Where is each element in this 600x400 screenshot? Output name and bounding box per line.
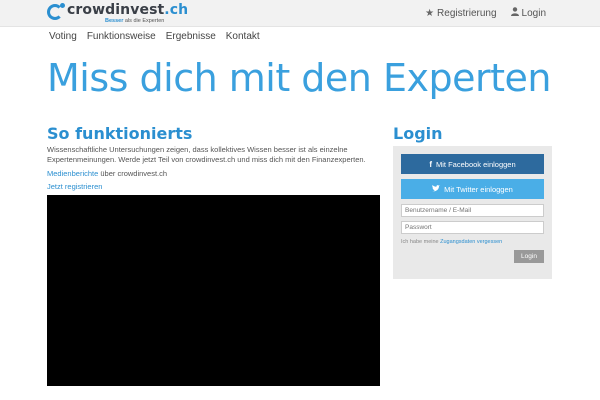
login-panel: f Mit Facebook einloggen Mit Twitter ein… — [393, 146, 552, 279]
star-icon: ★ — [425, 7, 435, 19]
press-line: Medienberichte über crowdinvest.ch — [47, 169, 168, 178]
brand-logo[interactable]: crowdinvest.ch Besser als die Experten — [47, 3, 188, 24]
login-link[interactable]: Login — [510, 7, 546, 19]
twitter-login-button[interactable]: Mit Twitter einloggen — [401, 179, 544, 199]
login-submit-button[interactable]: Login — [514, 250, 544, 263]
hero-title: Miss dich mit den Experten — [47, 56, 551, 100]
brand-name: crowdinvest.ch — [67, 2, 189, 18]
login-title: Login — [393, 124, 443, 143]
forgot-credentials-link[interactable]: Zugangsdaten vergessen — [440, 239, 502, 245]
nav-item-voting[interactable]: Voting — [49, 31, 77, 42]
howto-text: Wissenschaftliche Untersuchungen zeigen,… — [47, 145, 366, 164]
nav-item-kontakt[interactable]: Kontakt — [226, 31, 260, 42]
main-nav: Voting Funktionsweise Ergebnisse Kontakt — [49, 31, 260, 42]
logo-icon — [47, 3, 65, 20]
facebook-login-button[interactable]: f Mit Facebook einloggen — [401, 154, 544, 174]
register-now-link[interactable]: Jetzt registrieren — [47, 182, 102, 191]
twitter-icon — [432, 184, 441, 194]
facebook-icon: f — [429, 159, 433, 169]
howto-title: So funktionierts — [47, 124, 193, 143]
brand-slogan: Besser als die Experten — [105, 18, 165, 24]
forgot-credentials-line: Ich habe meine Zugangsdaten vergessen — [401, 239, 503, 245]
nav-item-ergebnisse[interactable]: Ergebnisse — [166, 31, 216, 42]
video-player[interactable] — [47, 195, 380, 386]
top-bar: crowdinvest.ch Besser als die Experten ★… — [0, 0, 600, 27]
nav-item-funktionsweise[interactable]: Funktionsweise — [87, 31, 156, 42]
password-input[interactable] — [401, 221, 544, 234]
top-nav: ★ Registrierung Login — [425, 7, 546, 19]
user-icon — [510, 7, 519, 19]
press-link[interactable]: Medienberichte — [47, 169, 98, 178]
register-link[interactable]: ★ Registrierung — [425, 7, 496, 19]
username-input[interactable] — [401, 204, 544, 217]
